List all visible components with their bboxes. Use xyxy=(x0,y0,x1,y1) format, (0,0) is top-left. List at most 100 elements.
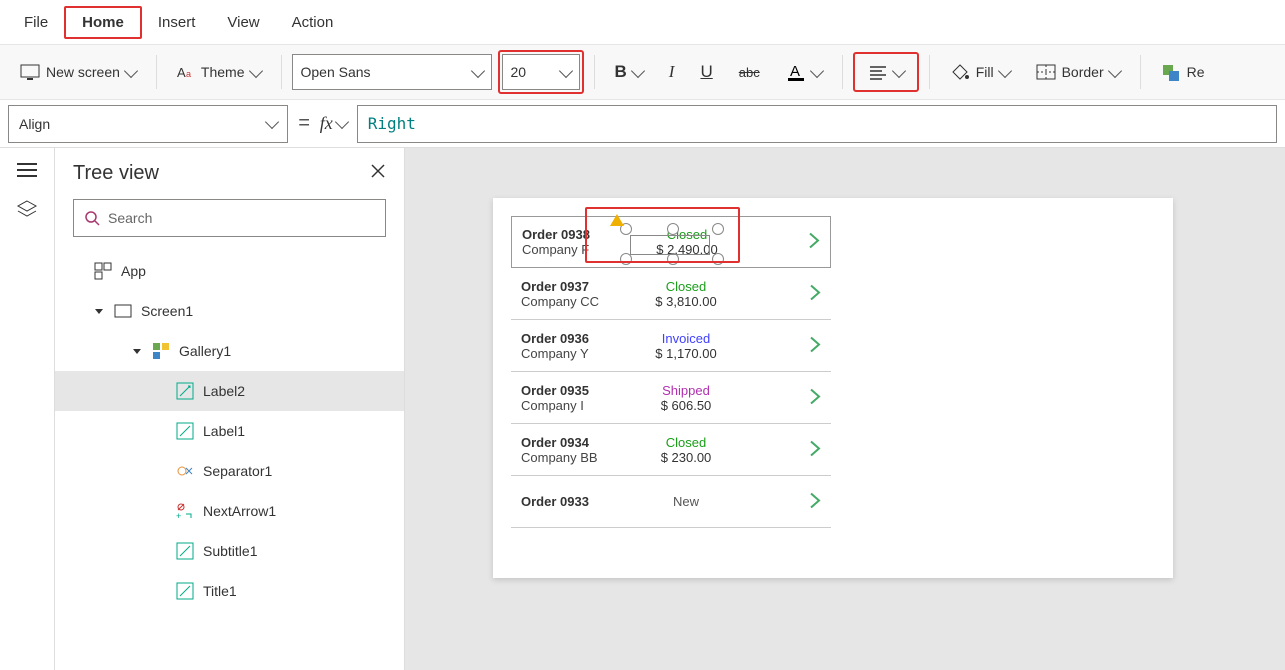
company-name: Company CC xyxy=(521,294,631,309)
text-align-button[interactable] xyxy=(858,57,914,87)
strikethrough-button[interactable]: abc xyxy=(729,54,770,90)
resize-handle[interactable] xyxy=(712,253,724,265)
bold-button[interactable]: B xyxy=(605,54,653,90)
equals-sign: = xyxy=(298,112,310,135)
property-value: Align xyxy=(19,116,50,132)
left-rail xyxy=(0,148,55,670)
expand-icon[interactable] xyxy=(131,346,143,356)
fill-icon xyxy=(950,63,970,81)
resize-handle[interactable] xyxy=(667,223,679,235)
gallery-icon xyxy=(151,342,171,360)
search-icon xyxy=(84,210,100,226)
menu-view[interactable]: View xyxy=(211,8,275,37)
tree-item-label: Label2 xyxy=(203,383,245,399)
theme-button[interactable]: Aa Theme xyxy=(167,54,271,90)
menu-action[interactable]: Action xyxy=(276,8,350,37)
tree-item-nextarrow1[interactable]: + NextArrow1 xyxy=(55,491,404,531)
tree-item-gallery1[interactable]: Gallery1 xyxy=(55,331,404,371)
company-name: Company F xyxy=(522,242,632,257)
svg-text:+: + xyxy=(176,511,181,520)
gallery-row[interactable]: Order 0935Company IShipped$ 606.50 xyxy=(511,372,831,424)
search-placeholder: Search xyxy=(108,210,152,226)
hamburger-button[interactable] xyxy=(17,162,37,181)
align-icon xyxy=(868,64,888,80)
order-number: Order 0936 xyxy=(521,331,631,346)
chevron-down-icon xyxy=(1108,63,1122,77)
tree-item-app[interactable]: App xyxy=(55,251,404,291)
gallery-row[interactable]: Order 0936Company YInvoiced$ 1,170.00 xyxy=(511,320,831,372)
svg-text:a: a xyxy=(186,69,191,79)
separator xyxy=(156,55,157,89)
chevron-right-icon xyxy=(809,335,821,353)
company-name: Company Y xyxy=(521,346,631,361)
formula-input[interactable]: Right xyxy=(357,105,1277,143)
tree-item-subtitle1[interactable]: Subtitle1 xyxy=(55,531,404,571)
formula-value: Right xyxy=(368,114,416,133)
next-arrow[interactable] xyxy=(809,335,821,356)
font-color-button[interactable]: A xyxy=(776,54,832,90)
tree-item-label1[interactable]: Label1 xyxy=(55,411,404,451)
chevron-down-icon xyxy=(248,63,262,77)
chevron-right-icon xyxy=(809,387,821,405)
ribbon: New screen Aa Theme Open Sans 20 B I U a… xyxy=(0,44,1285,100)
order-number: Order 0933 xyxy=(521,494,631,509)
resize-handle[interactable] xyxy=(712,223,724,235)
chevron-down-icon xyxy=(892,63,906,77)
chevron-down-icon xyxy=(558,63,572,77)
next-arrow[interactable] xyxy=(809,283,821,304)
close-panel-button[interactable] xyxy=(370,162,386,185)
tree-title: Tree view xyxy=(73,162,159,185)
gallery-row[interactable]: Order 0938Company FClosed$ 2,490.00 xyxy=(511,216,831,268)
tree-item-separator1[interactable]: Separator1 xyxy=(55,451,404,491)
fx-icon: fx xyxy=(320,113,333,134)
next-arrow[interactable] xyxy=(809,491,821,512)
tree-view-panel: Tree view Search App xyxy=(55,148,405,670)
tree-view-rail-button[interactable] xyxy=(16,199,38,222)
tree-item-title1[interactable]: Title1 xyxy=(55,571,404,611)
chevron-right-icon xyxy=(809,283,821,301)
order-number: Order 0935 xyxy=(521,383,631,398)
expand-icon[interactable] xyxy=(93,306,105,316)
gallery-control[interactable]: Order 0938Company FClosed$ 2,490.00Order… xyxy=(511,216,831,528)
order-number: Order 0938 xyxy=(522,227,632,242)
gallery-row[interactable]: Order 0934Company BBClosed$ 230.00 xyxy=(511,424,831,476)
theme-label: Theme xyxy=(201,64,245,80)
property-select[interactable]: Align xyxy=(8,105,288,143)
price-label: $ 3,810.00 xyxy=(631,294,741,309)
menu-insert[interactable]: Insert xyxy=(142,8,212,37)
tree-item-label: NextArrow1 xyxy=(203,503,276,519)
nextarrow-icon: + xyxy=(175,502,195,520)
menu-file[interactable]: File xyxy=(8,8,64,37)
price-label: $ 230.00 xyxy=(631,450,741,465)
italic-icon: I xyxy=(669,62,675,82)
font-size-select[interactable]: 20 xyxy=(502,54,580,90)
reorder-button[interactable]: Re xyxy=(1151,54,1215,90)
fx-button[interactable]: fx xyxy=(320,113,347,134)
search-input[interactable]: Search xyxy=(73,199,386,237)
font-family-select[interactable]: Open Sans xyxy=(292,54,492,90)
next-arrow[interactable] xyxy=(809,439,821,460)
status-label: Closed xyxy=(631,279,741,294)
chevron-down-icon xyxy=(124,63,138,77)
tree-header: Tree view xyxy=(55,148,404,199)
underline-button[interactable]: U xyxy=(690,54,722,90)
gallery-row[interactable]: Order 0937Company CCClosed$ 3,810.00 xyxy=(511,268,831,320)
separator xyxy=(1140,55,1141,89)
tree-item-screen1[interactable]: Screen1 xyxy=(55,291,404,331)
next-arrow[interactable] xyxy=(809,387,821,408)
status-label: Shipped xyxy=(631,383,741,398)
border-button[interactable]: Border xyxy=(1026,54,1130,90)
next-arrow[interactable] xyxy=(808,232,820,253)
new-screen-button[interactable]: New screen xyxy=(10,54,146,90)
separator xyxy=(929,55,930,89)
svg-text:A: A xyxy=(177,65,186,80)
canvas[interactable]: Order 0938Company FClosed$ 2,490.00Order… xyxy=(405,148,1285,670)
italic-button[interactable]: I xyxy=(659,54,685,90)
order-number: Order 0937 xyxy=(521,279,631,294)
fill-button[interactable]: Fill xyxy=(940,54,1020,90)
menu-home[interactable]: Home xyxy=(64,6,142,39)
tree-item-label: Title1 xyxy=(203,583,237,599)
gallery-row[interactable]: Order 0933New xyxy=(511,476,831,528)
label2-selection[interactable] xyxy=(630,235,710,255)
tree-item-label2[interactable]: Label2 xyxy=(55,371,404,411)
